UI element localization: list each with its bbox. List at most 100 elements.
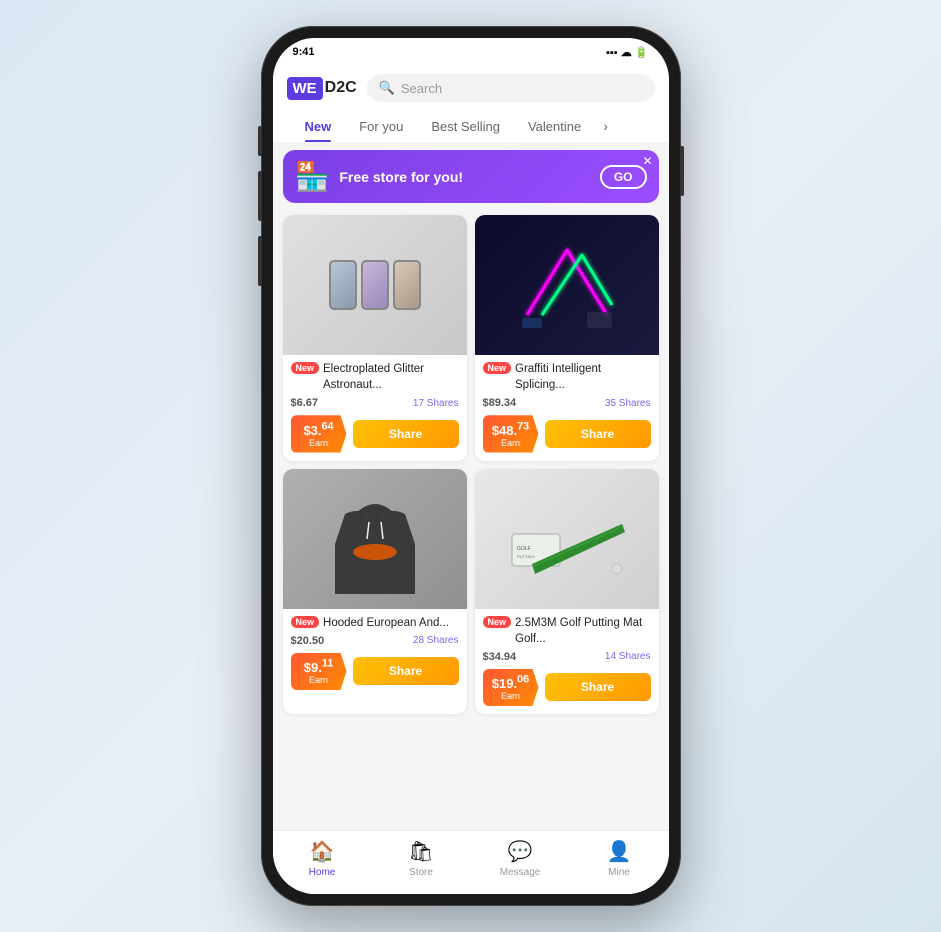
promo-close-button[interactable]: ✕ bbox=[642, 154, 652, 168]
earn-button-4[interactable]: $19.06 Earn bbox=[483, 669, 539, 706]
tab-bar: New For you Best Selling Valentine › bbox=[287, 110, 655, 142]
price-shares-1: $6.67 17 Shares bbox=[291, 397, 459, 409]
search-icon: 🔍 bbox=[379, 80, 395, 96]
earn-share-row-3: $9.11 Earn Share bbox=[291, 653, 459, 690]
status-icons: ▪▪▪ ☁ 🔋 bbox=[606, 46, 649, 59]
product-card-2[interactable]: New Graffiti Intelligent Splicing... $89… bbox=[475, 215, 659, 461]
search-bar[interactable]: 🔍 Search bbox=[367, 74, 655, 102]
product-title-3: Hooded European And... bbox=[323, 615, 449, 631]
bottom-nav: 🏠 Home 🛍 Store 💬 Message 👤 Mine bbox=[273, 830, 669, 894]
product-info-2: New Graffiti Intelligent Splicing... $89… bbox=[475, 355, 659, 461]
logo: WE D2C bbox=[287, 77, 357, 100]
product-title-2: Graffiti Intelligent Splicing... bbox=[515, 361, 650, 393]
promo-icon: 🏪 bbox=[295, 160, 330, 193]
tab-valentine[interactable]: Valentine bbox=[514, 111, 595, 142]
product-card-3[interactable]: New Hooded European And... $20.50 28 Sha… bbox=[283, 469, 467, 715]
share-button-2[interactable]: Share bbox=[545, 420, 651, 448]
phone-cases-visual bbox=[329, 260, 421, 310]
nav-message-label: Message bbox=[500, 867, 541, 878]
new-badge-3: New bbox=[291, 616, 320, 628]
earn-button-3[interactable]: $9.11 Earn bbox=[291, 653, 347, 690]
volume-down-button bbox=[258, 236, 262, 286]
phone-frame: 9:41 ▪▪▪ ☁ 🔋 WE D2C 🔍 Search New bbox=[261, 26, 681, 906]
price-shares-4: $34.94 14 Shares bbox=[483, 651, 651, 663]
product-title-1: Electroplated Glitter Astronaut... bbox=[323, 361, 458, 393]
svg-text:PUTTING: PUTTING bbox=[517, 554, 535, 559]
shares-3: 28 Shares bbox=[413, 635, 459, 646]
product-title-row-2: New Graffiti Intelligent Splicing... bbox=[483, 361, 651, 393]
search-placeholder: Search bbox=[401, 81, 442, 96]
logo-d2c: D2C bbox=[325, 79, 357, 97]
product-info-3: New Hooded European And... $20.50 28 Sha… bbox=[283, 609, 467, 698]
new-badge-4: New bbox=[483, 616, 512, 628]
earn-share-row-1: $3.64 Earn Share bbox=[291, 415, 459, 452]
nav-home-label: Home bbox=[309, 867, 336, 878]
earn-label-2: Earn bbox=[491, 438, 531, 448]
original-price-3: $20.50 bbox=[291, 635, 325, 647]
product-image-1 bbox=[283, 215, 467, 355]
product-grid: New Electroplated Glitter Astronaut... $… bbox=[273, 211, 669, 830]
product-image-2 bbox=[475, 215, 659, 355]
tab-best-selling[interactable]: Best Selling bbox=[417, 111, 514, 142]
earn-label-3: Earn bbox=[299, 675, 339, 685]
golf-svg: GOLF PUTTING bbox=[507, 474, 627, 604]
new-badge-1: New bbox=[291, 362, 320, 374]
earn-amount-4: $19.06 bbox=[492, 676, 529, 691]
mute-button bbox=[258, 126, 262, 156]
product-info-4: New 2.5M3M Golf Putting Mat Golf... $34.… bbox=[475, 609, 659, 715]
nav-home[interactable]: 🏠 Home bbox=[273, 839, 372, 878]
phone-screen: 9:41 ▪▪▪ ☁ 🔋 WE D2C 🔍 Search New bbox=[273, 38, 669, 894]
logo-we: WE bbox=[287, 77, 323, 100]
earn-amount-1: $3.64 bbox=[303, 423, 333, 438]
product-title-row-1: New Electroplated Glitter Astronaut... bbox=[291, 361, 459, 393]
earn-amount-3: $9.11 bbox=[304, 660, 334, 675]
product-card-4[interactable]: GOLF PUTTING New 2.5 bbox=[475, 469, 659, 715]
svg-text:GOLF: GOLF bbox=[517, 546, 531, 552]
share-button-4[interactable]: Share bbox=[545, 673, 651, 701]
original-price-2: $89.34 bbox=[483, 397, 517, 409]
product-title-row-4: New 2.5M3M Golf Putting Mat Golf... bbox=[483, 615, 651, 647]
product-title-row-3: New Hooded European And... bbox=[291, 615, 459, 631]
product-card-1[interactable]: New Electroplated Glitter Astronaut... $… bbox=[283, 215, 467, 461]
home-icon: 🏠 bbox=[310, 839, 335, 864]
hoodie-svg bbox=[325, 474, 425, 604]
product-row-1: New Electroplated Glitter Astronaut... $… bbox=[283, 215, 659, 461]
promo-text: Free store for you! bbox=[339, 169, 589, 185]
header-top: WE D2C 🔍 Search bbox=[287, 74, 655, 102]
earn-label-4: Earn bbox=[491, 691, 531, 701]
status-time: 9:41 bbox=[293, 46, 315, 58]
earn-amount-2: $48.73 bbox=[492, 423, 529, 438]
message-icon: 💬 bbox=[508, 839, 533, 864]
promo-go-button[interactable]: GO bbox=[600, 165, 647, 189]
earn-button-1[interactable]: $3.64 Earn bbox=[291, 415, 347, 452]
earn-button-2[interactable]: $48.73 Earn bbox=[483, 415, 539, 452]
shares-1: 17 Shares bbox=[413, 398, 459, 409]
promo-banner[interactable]: 🏪 Free store for you! GO ✕ bbox=[283, 150, 659, 203]
nav-mine[interactable]: 👤 Mine bbox=[570, 839, 669, 878]
product-info-1: New Electroplated Glitter Astronaut... $… bbox=[283, 355, 467, 461]
tab-more-icon[interactable]: › bbox=[595, 110, 616, 142]
earn-share-row-2: $48.73 Earn Share bbox=[483, 415, 651, 452]
new-badge-2: New bbox=[483, 362, 512, 374]
nav-message[interactable]: 💬 Message bbox=[471, 839, 570, 878]
header: WE D2C 🔍 Search New For you Best Selling bbox=[273, 66, 669, 142]
nav-store[interactable]: 🛍 Store bbox=[372, 839, 471, 878]
share-button-1[interactable]: Share bbox=[353, 420, 459, 448]
earn-label-1: Earn bbox=[299, 438, 339, 448]
price-shares-3: $20.50 28 Shares bbox=[291, 635, 459, 647]
nav-store-label: Store bbox=[409, 867, 433, 878]
product-image-4: GOLF PUTTING bbox=[475, 469, 659, 609]
product-title-4: 2.5M3M Golf Putting Mat Golf... bbox=[515, 615, 650, 647]
share-button-3[interactable]: Share bbox=[353, 657, 459, 685]
product-image-3 bbox=[283, 469, 467, 609]
shares-2: 35 Shares bbox=[605, 398, 651, 409]
tab-for-you[interactable]: For you bbox=[345, 111, 417, 142]
original-price-1: $6.67 bbox=[291, 397, 319, 409]
product-row-2: New Hooded European And... $20.50 28 Sha… bbox=[283, 469, 659, 715]
neon-light-svg bbox=[512, 240, 622, 330]
tab-new[interactable]: New bbox=[291, 111, 346, 142]
shares-4: 14 Shares bbox=[605, 651, 651, 662]
power-button bbox=[680, 146, 684, 196]
original-price-4: $34.94 bbox=[483, 651, 517, 663]
volume-up-button bbox=[258, 171, 262, 221]
